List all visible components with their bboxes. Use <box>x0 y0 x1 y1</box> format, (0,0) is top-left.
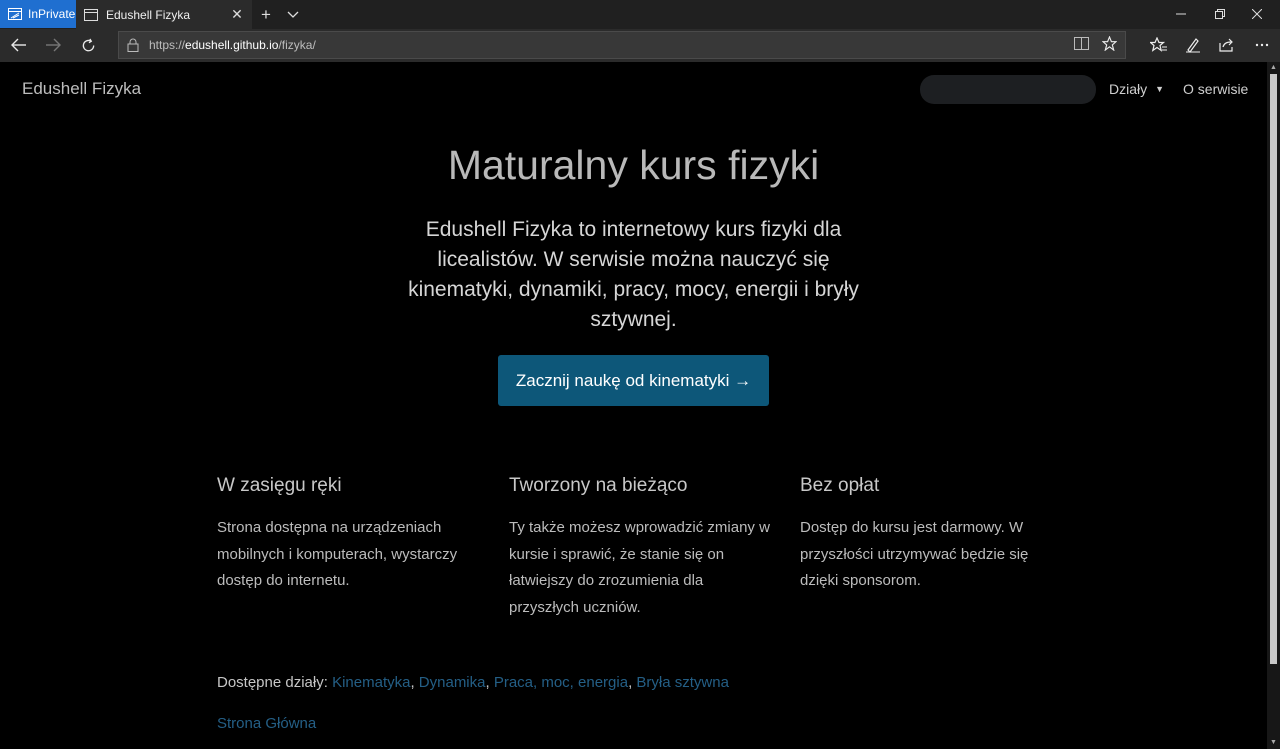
scroll-up-icon[interactable]: ▲ <box>1269 64 1278 72</box>
feature-within-reach: W zasięgu ręki Strona dostępna na urządz… <box>217 475 479 595</box>
reading-view-icon[interactable] <box>1073 35 1089 51</box>
scroll-down-icon[interactable]: ▼ <box>1269 739 1278 747</box>
sections-label: Dostępne działy: <box>217 674 328 691</box>
feature-title: W zasięgu ręki <box>217 475 342 496</box>
address-toolbar: https://edushell.github.io/fizyka/ <box>0 29 1280 62</box>
inprivate-badge[interactable]: InPrivate <box>0 0 76 28</box>
forward-arrow-icon[interactable] <box>40 34 66 56</box>
feature-text: Dostęp do kursu jest darmowy. W przyszło… <box>800 519 1029 589</box>
tab-title: Edushell Fizyka <box>106 7 191 22</box>
url-text: https://edushell.github.io/fizyka/ <box>149 38 316 52</box>
search-input[interactable] <box>920 75 1096 104</box>
feature-title: Bez opłat <box>800 475 880 496</box>
address-bar[interactable]: https://edushell.github.io/fizyka/ <box>118 31 1126 59</box>
feature-title: Tworzony na bieżąco <box>509 475 688 496</box>
lock-icon <box>127 38 139 52</box>
browser-tab-bar: InPrivate Edushell Fizyka ✕ + <box>0 0 1280 29</box>
page-viewport: Edushell Fizyka Działy ▼ O serwisie Matu… <box>0 62 1267 749</box>
home-link[interactable]: Strona Główna <box>217 715 316 732</box>
refresh-icon[interactable] <box>75 34 101 56</box>
page-icon <box>84 8 98 21</box>
feature-text: Ty także możesz wprowadzić zmiany w kurs… <box>509 519 770 616</box>
feature-free: Bez opłat Dostęp do kursu jest darmowy. … <box>800 475 1062 595</box>
hero-title: Maturalny kurs fizyki <box>447 142 820 188</box>
start-kinematics-button[interactable]: Zacznij naukę od kinematyki → <box>498 355 769 406</box>
section-link-praca-moc-energia[interactable]: Praca, moc, energia <box>494 674 628 691</box>
inprivate-label: InPrivate <box>28 7 76 21</box>
favorites-hub-icon[interactable] <box>1148 34 1170 56</box>
section-link-dynamika[interactable]: Dynamika <box>419 674 486 691</box>
nav-dzialy-dropdown[interactable]: Działy ▼ <box>1109 81 1164 97</box>
close-window-icon[interactable] <box>1234 0 1280 28</box>
tab-list-chevron-icon[interactable] <box>283 5 303 25</box>
scrollbar-thumb[interactable] <box>1270 74 1277 664</box>
inprivate-icon <box>8 8 22 20</box>
feature-text: Strona dostępna na urządzeniach mobilnyc… <box>217 519 458 589</box>
available-sections: Dostępne działy: Kinematyka, Dynamika, P… <box>217 674 729 691</box>
nav-about-link[interactable]: O serwisie <box>1183 81 1248 97</box>
vertical-scrollbar[interactable]: ▲ ▼ <box>1267 62 1280 749</box>
favorite-star-icon[interactable] <box>1101 35 1117 51</box>
close-tab-icon[interactable]: ✕ <box>230 6 244 22</box>
hero-lead: Edushell Fizyka to internetowy kurs fizy… <box>408 218 859 331</box>
new-tab-icon[interactable]: + <box>256 5 276 25</box>
feature-ongoing: Tworzony na bieżąco Ty także możesz wpro… <box>509 475 771 621</box>
share-icon[interactable] <box>1216 34 1238 56</box>
web-note-pen-icon[interactable] <box>1182 34 1204 56</box>
more-options-icon[interactable] <box>1251 34 1273 56</box>
back-arrow-icon[interactable] <box>6 34 32 56</box>
nav-dzialy-label: Działy <box>1109 81 1148 97</box>
site-brand[interactable]: Edushell Fizyka <box>22 79 141 99</box>
section-link-bryla-sztywna[interactable]: Bryła sztywna <box>636 674 729 691</box>
tab-edushell-fizyka[interactable]: Edushell Fizyka ✕ <box>76 0 252 29</box>
section-link-kinematyka[interactable]: Kinematyka <box>332 674 410 691</box>
caret-down-icon: ▼ <box>1155 84 1165 94</box>
